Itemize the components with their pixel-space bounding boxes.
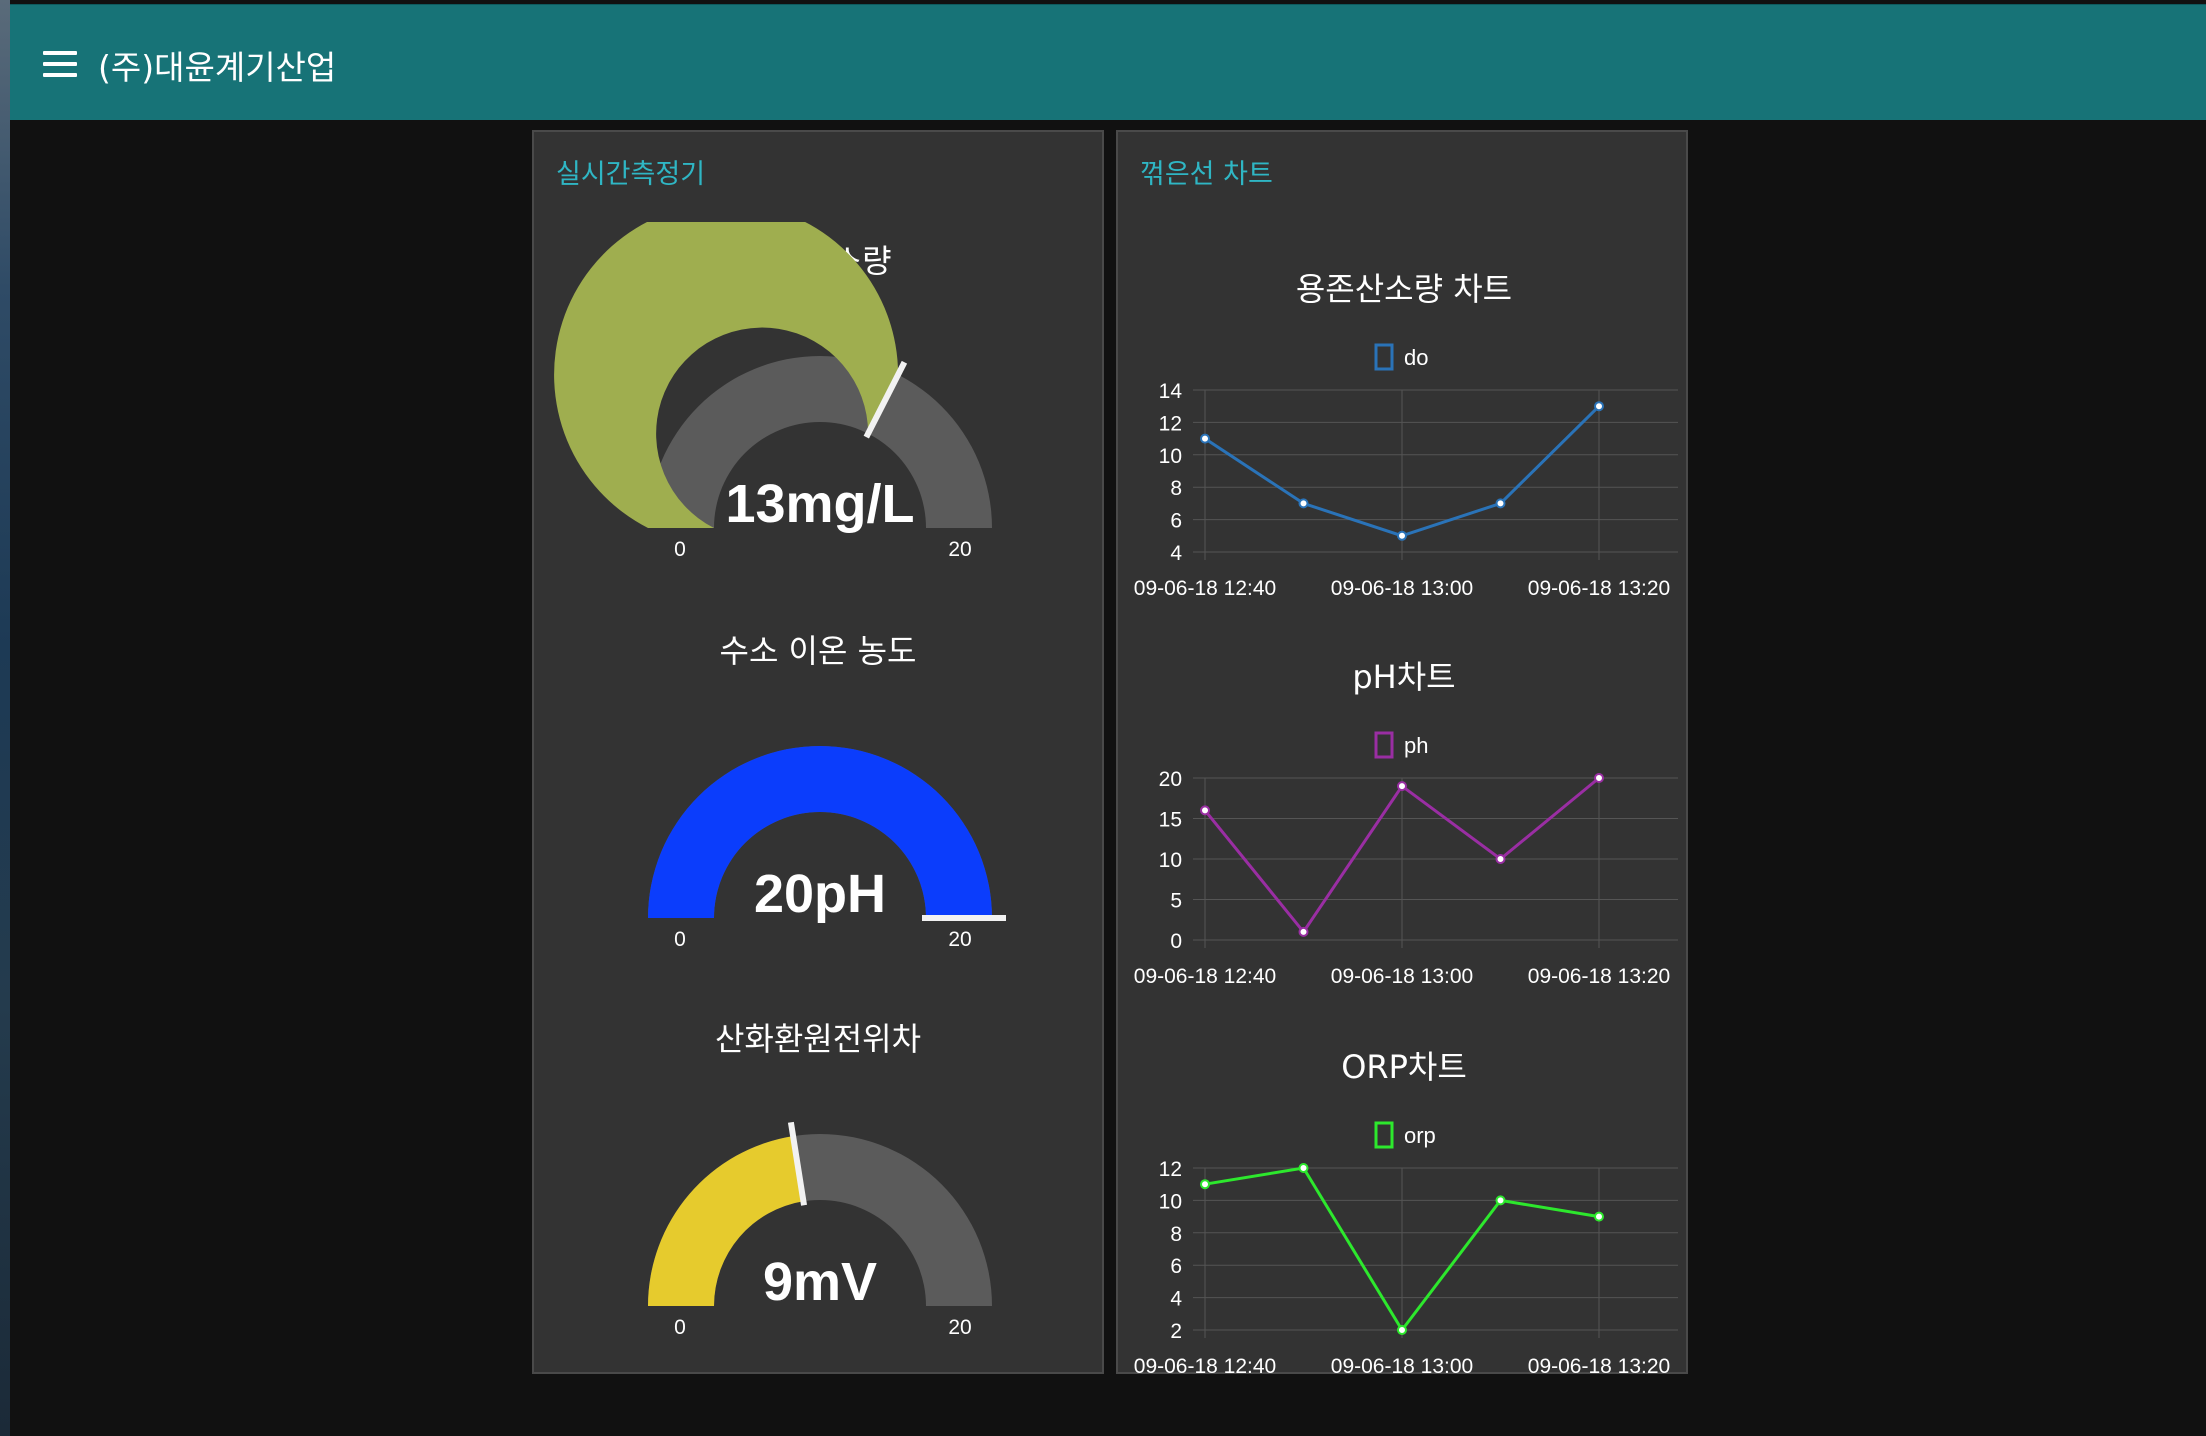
y-tick-label: 4 [1170, 542, 1182, 565]
legend-swatch [1374, 343, 1394, 371]
y-tick-label: 5 [1170, 890, 1182, 913]
gauge-min-label: 0 [674, 928, 686, 951]
app-title: (주)대윤계기산업 [98, 48, 337, 87]
data-point [1594, 401, 1604, 412]
data-point [1200, 805, 1210, 816]
y-tick-label: 10 [1159, 445, 1182, 468]
data-point [1200, 1179, 1210, 1190]
line-chart: pH차트 ph 0 5 10 15 20 09-06-18 12:40 09-06-18 13:… [1134, 658, 1678, 988]
data-point [1397, 1325, 1407, 1335]
data-point [1298, 1163, 1309, 1173]
x-tick-label: 09-06-18 13:00 [1331, 577, 1473, 600]
x-tick-label: 09-06-18 13:20 [1528, 965, 1670, 988]
chart-title: ORP차트 [1341, 1048, 1467, 1086]
data-point [1397, 530, 1407, 541]
x-tick-label: 09-06-18 12:40 [1134, 577, 1276, 600]
legend-label: ph [1404, 733, 1428, 758]
gauge-value-text: 13mg/L [725, 474, 914, 534]
chart-title: pH차트 [1352, 658, 1455, 696]
y-tick-label: 8 [1170, 477, 1182, 500]
y-tick-label: 2 [1170, 1320, 1182, 1343]
gauge-max-label: 20 [948, 1316, 971, 1339]
top-app-bar: (주)대윤계기산업 [10, 4, 2206, 120]
x-tick-label: 09-06-18 13:20 [1528, 1355, 1670, 1378]
background-window-strip [0, 0, 10, 1436]
y-tick-label: 12 [1159, 1158, 1182, 1181]
gauge-value-text: 9mV [763, 1252, 877, 1312]
data-point [1495, 498, 1506, 509]
gauge-graphic: 9mV 0 20 [648, 1121, 992, 1339]
x-tick-label: 09-06-18 13:00 [1331, 1355, 1473, 1378]
legend-swatch [1374, 731, 1394, 759]
x-tick-label: 09-06-18 13:00 [1331, 965, 1473, 988]
data-point [1495, 854, 1506, 864]
y-tick-label: 6 [1170, 1255, 1182, 1278]
x-tick-label: 09-06-18 12:40 [1134, 1355, 1276, 1378]
gauge-value-text: 20pH [754, 864, 886, 924]
chart-orp: ORP차트 orp 2 4 6 8 10 12 09-06-18 12:40 09-06-18 1… [1118, 1010, 1686, 1390]
line-chart-panel: 꺾은선 차트 용존산소량 차트 do 4 6 8 10 12 14 09-06-18 12:40… [1116, 130, 1688, 1378]
realtime-panel-title: 실시간측정기 [556, 159, 706, 190]
data-point [1397, 781, 1407, 792]
y-tick-label: 10 [1159, 1190, 1182, 1213]
y-tick-label: 12 [1159, 412, 1182, 435]
gauge-orp: 산화환원전위차 9mV 0 20 [534, 1000, 1102, 1390]
data-point [1594, 1211, 1604, 1222]
y-tick-label: 4 [1170, 1288, 1182, 1311]
data-point [1298, 926, 1309, 937]
gauge-max-label: 20 [948, 928, 971, 951]
data-point [1200, 433, 1210, 444]
y-tick-label: 10 [1159, 849, 1182, 872]
gauge-ph: 수소 이온 농도 20pH 0 20 [534, 612, 1102, 1002]
y-tick-label: 0 [1170, 930, 1182, 953]
data-point [1495, 1195, 1506, 1206]
y-tick-label: 8 [1170, 1223, 1182, 1246]
chart-ph: pH차트 ph 0 5 10 15 20 09-06-18 12:40 09-06-18 13:… [1118, 620, 1686, 1000]
line-chart: 용존산소량 차트 do 4 6 8 10 12 14 09-06-18 12:40 09-06-1… [1134, 270, 1678, 600]
gauge-dissolved-oxygen: 용존산소량 13mg/L020 [534, 222, 1102, 612]
legend-label: orp [1404, 1123, 1436, 1148]
chart-title: 용존산소량 차트 [1296, 270, 1512, 308]
data-point [1298, 498, 1309, 509]
gauge-max-label: 20 [948, 538, 971, 561]
line-chart: ORP차트 orp 2 4 6 8 10 12 09-06-18 12:40 09-06-18 1… [1134, 1048, 1678, 1378]
data-point [1594, 773, 1604, 783]
legend-swatch [1374, 1121, 1394, 1149]
x-tick-label: 09-06-18 13:20 [1528, 577, 1670, 600]
gauge-min-label: 0 [674, 538, 686, 561]
chart-panel-title: 꺾은선 차트 [1140, 159, 1273, 190]
realtime-gauge-panel: 실시간측정기 용존산소량 13mg/L020 수소 이온 농도 20pH020 … [532, 130, 1104, 1374]
hamburger-menu-icon[interactable] [43, 51, 77, 77]
gauge-min-label: 0 [674, 1316, 686, 1339]
y-tick-label: 20 [1159, 768, 1182, 791]
y-tick-label: 15 [1159, 809, 1182, 832]
y-tick-label: 6 [1170, 510, 1182, 533]
chart-dissolved-oxygen: 용존산소량 차트 do 4 6 8 10 12 14 09-06-18 12:40 09-06-1… [1118, 232, 1686, 612]
gauge-graphic: 20pH 0 20 [648, 746, 1006, 951]
y-tick-label: 14 [1159, 380, 1183, 403]
gauge-graphic: 13mg/L 0 20 [554, 222, 992, 561]
legend-label: do [1404, 345, 1428, 370]
x-tick-label: 09-06-18 12:40 [1134, 965, 1276, 988]
